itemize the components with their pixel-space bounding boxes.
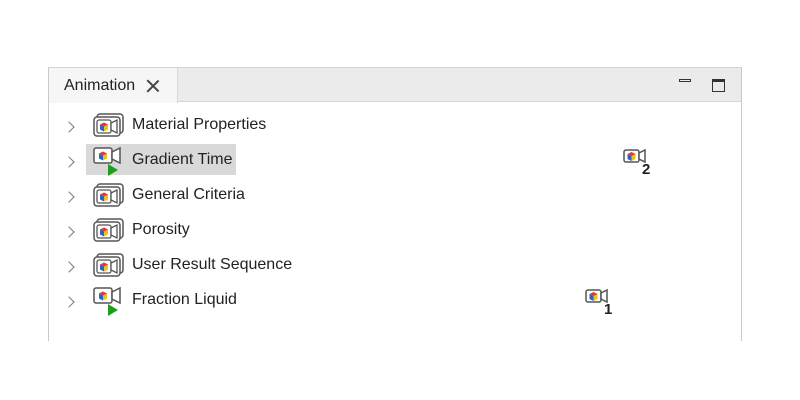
close-icon[interactable] bbox=[146, 79, 160, 93]
chevron-right-icon[interactable] bbox=[63, 190, 77, 204]
animation-tree: Material Properties Gradient Time 2 Gene… bbox=[49, 111, 741, 321]
marker-number: 1 bbox=[604, 301, 613, 318]
chevron-right-icon[interactable] bbox=[63, 225, 77, 239]
marker-number: 2 bbox=[642, 161, 651, 178]
chevron-right-icon[interactable] bbox=[63, 155, 77, 169]
minimize-icon[interactable] bbox=[678, 77, 694, 93]
animation-panel: Animation Material Properties Gradient T… bbox=[48, 67, 742, 341]
video-folder-icon bbox=[93, 253, 124, 277]
tree-item-label: General Criteria bbox=[132, 186, 245, 203]
tab-animation[interactable]: Animation bbox=[49, 68, 178, 103]
tree-item-label: Porosity bbox=[132, 221, 190, 238]
chevron-right-icon[interactable] bbox=[63, 295, 77, 309]
tree-item-porosity[interactable]: Porosity bbox=[49, 216, 741, 251]
video-folder-icon bbox=[93, 183, 124, 207]
tree-item-general-criteria[interactable]: General Criteria bbox=[49, 181, 741, 216]
tree-item-label: User Result Sequence bbox=[132, 256, 293, 273]
tree-item-material-properties[interactable]: Material Properties bbox=[49, 111, 741, 146]
tree-item-label: Material Properties bbox=[132, 116, 267, 133]
tree-item-gradient-time[interactable]: Gradient Time 2 bbox=[49, 144, 741, 181]
camera-play-icon bbox=[93, 286, 121, 316]
video-folder-icon bbox=[93, 113, 124, 137]
tab-bar: Animation bbox=[49, 67, 741, 103]
tab-title: Animation bbox=[64, 76, 136, 94]
tree-item-label: Fraction Liquid bbox=[132, 291, 237, 308]
maximize-icon[interactable] bbox=[711, 77, 727, 93]
camera-play-icon bbox=[93, 146, 121, 176]
tree-item-user-result-sequence[interactable]: User Result Sequence bbox=[49, 251, 741, 286]
tree-item-label: Gradient Time bbox=[132, 151, 233, 168]
video-folder-icon bbox=[93, 218, 124, 242]
chevron-right-icon[interactable] bbox=[63, 260, 77, 274]
chevron-right-icon[interactable] bbox=[63, 120, 77, 134]
tree-item-fraction-liquid[interactable]: Fraction Liquid 1 bbox=[49, 286, 741, 321]
